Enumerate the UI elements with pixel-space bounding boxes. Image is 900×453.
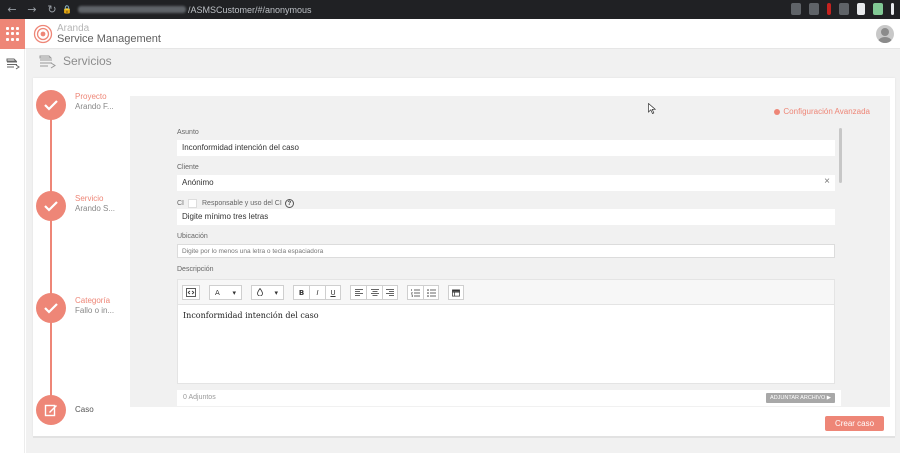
chevron-down-icon: ▾ — [274, 288, 278, 297]
ci-label: CI — [177, 200, 184, 207]
attachments-count: 0 Adjuntos — [183, 394, 216, 401]
reload-icon[interactable]: ↻ — [44, 3, 60, 16]
main-content: Servicios Proyecto Arando F... Servicio … — [26, 49, 900, 453]
table-icon[interactable] — [448, 285, 464, 300]
left-rail — [0, 49, 25, 453]
step-value: Arando S... — [75, 204, 116, 213]
menu-icon[interactable] — [891, 3, 894, 15]
step-title: Servicio — [75, 194, 104, 203]
lock-icon: 🔒 — [62, 5, 72, 14]
stepper-line — [50, 96, 52, 406]
droplet-icon — [257, 287, 263, 298]
extension-icons — [791, 3, 894, 15]
editor-toolbar: A ▾ ▾ B I U — [177, 279, 835, 305]
underline-button[interactable]: U — [325, 285, 341, 300]
advanced-config-label: Configuración Avanzada — [783, 107, 870, 116]
extension-icon[interactable] — [873, 3, 883, 15]
advanced-config-link[interactable]: Configuración Avanzada — [774, 107, 870, 116]
browser-toolbar: ← → ↻ 🔒 /ASMSCustomer/#/anonymous — [0, 0, 900, 19]
apps-grid-icon[interactable] — [0, 19, 25, 49]
step-service-check-icon[interactable] — [36, 191, 66, 221]
source-code-icon[interactable] — [182, 285, 200, 300]
step-value: Fallo o in... — [75, 306, 115, 315]
services-icon — [39, 55, 56, 69]
font-color-icon: A — [215, 288, 220, 297]
client-value: Anónimo — [182, 178, 214, 187]
aranda-logo-icon — [33, 24, 53, 44]
address-bar[interactable]: 🔒 /ASMSCustomer/#/anonymous — [62, 2, 812, 17]
brand-bottom: Service Management — [57, 33, 161, 45]
card-shadow — [33, 436, 895, 438]
step-title: Categoría — [75, 296, 111, 305]
help-icon[interactable]: ? — [284, 199, 294, 208]
page-header: Servicios — [26, 49, 900, 74]
gear-icon — [774, 108, 781, 115]
client-input[interactable]: Anónimo × — [177, 175, 835, 191]
extension-icon[interactable] — [827, 3, 831, 15]
bookmark-star-icon[interactable] — [809, 3, 819, 15]
form-scrollbar[interactable] — [839, 128, 842, 183]
description-label: Descripción — [177, 266, 214, 273]
client-label: Cliente — [177, 164, 199, 171]
page-title: Servicios — [63, 54, 112, 68]
subject-input[interactable]: Inconformidad intención del caso — [177, 140, 835, 156]
service-wizard-card: Proyecto Arando F... Servicio Arando S..… — [33, 78, 895, 436]
location-input[interactable]: Digite por lo menos una letra o tecla es… — [177, 244, 835, 258]
ci-row: CI Responsable y uso del CI ? — [177, 199, 294, 208]
font-color-dropdown[interactable]: A ▾ — [209, 285, 242, 300]
ci-responsible-label: Responsable y uso del CI — [202, 200, 282, 207]
case-form: Configuración Avanzada Asunto Inconformi… — [130, 96, 890, 407]
location-label: Ubicación — [177, 233, 208, 240]
ordered-list-icon[interactable] — [407, 285, 423, 300]
align-left-icon[interactable] — [350, 285, 366, 300]
mouse-cursor-icon — [648, 103, 656, 114]
step-title: Caso — [75, 405, 94, 414]
url-path: /ASMSCustomer/#/anonymous — [187, 4, 312, 15]
step-category-check-icon[interactable] — [36, 293, 66, 323]
align-group — [350, 285, 398, 300]
back-icon[interactable]: ← — [4, 3, 20, 16]
list-group — [407, 285, 439, 300]
step-project-check-icon[interactable] — [36, 90, 66, 120]
step-service[interactable]: Servicio Arando S... — [75, 194, 115, 214]
chevron-down-icon: ▾ — [232, 288, 236, 297]
align-center-icon[interactable] — [366, 285, 382, 300]
user-avatar[interactable] — [876, 25, 894, 43]
step-title: Proyecto — [75, 92, 107, 101]
step-category[interactable]: Categoría Fallo o in... — [75, 296, 114, 316]
align-right-icon[interactable] — [382, 285, 398, 300]
step-project[interactable]: Proyecto Arando F... — [75, 92, 114, 112]
ci-responsible-checkbox[interactable] — [188, 199, 197, 208]
share-icon[interactable] — [791, 3, 801, 15]
subject-label: Asunto — [177, 129, 199, 136]
url-host-redacted — [77, 6, 186, 13]
step-case-edit-icon[interactable] — [36, 395, 66, 425]
step-case[interactable]: Caso — [75, 405, 94, 415]
highlight-color-dropdown[interactable]: ▾ — [251, 285, 284, 300]
brand-name: Aranda Service Management — [57, 23, 161, 45]
extension-icon[interactable] — [857, 3, 865, 15]
italic-button[interactable]: I — [309, 285, 325, 300]
bullet-list-icon[interactable] — [423, 285, 439, 300]
app-header: Aranda Service Management — [0, 19, 900, 49]
create-case-button[interactable]: Crear caso — [825, 416, 884, 431]
services-icon[interactable] — [5, 56, 20, 70]
description-editor[interactable]: Inconformidad intención del caso — [177, 304, 835, 384]
text-style-group: B I U — [293, 285, 341, 300]
forward-icon[interactable]: → — [24, 3, 40, 16]
clear-icon[interactable]: × — [824, 177, 830, 187]
ci-input[interactable]: Digite mínimo tres letras — [177, 209, 835, 225]
attachments-bar: 0 Adjuntos ADJUNTAR ARCHIVO ▶ — [177, 390, 841, 406]
bold-button[interactable]: B — [293, 285, 309, 300]
step-value: Arando F... — [75, 102, 114, 111]
extension-icon[interactable] — [839, 3, 849, 15]
attach-file-button[interactable]: ADJUNTAR ARCHIVO ▶ — [766, 393, 835, 403]
